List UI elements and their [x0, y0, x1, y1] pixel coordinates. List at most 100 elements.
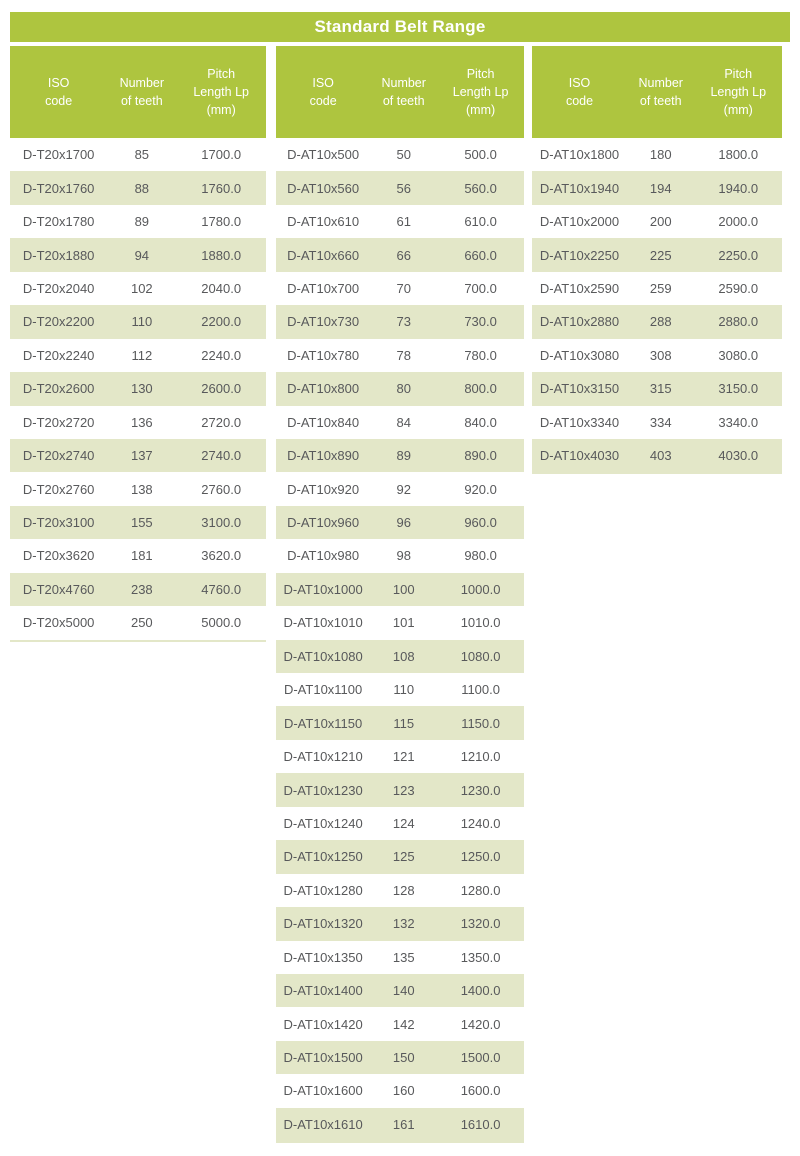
table-row[interactable]: D-AT10x3150 315 3150.0 — [532, 372, 782, 406]
table-row[interactable]: D-AT10x840 84 840.0 — [276, 405, 524, 439]
cell-number-of-teeth: 78 — [396, 347, 411, 363]
cell-iso-code: D-T20x1880 — [22, 247, 95, 263]
table-row[interactable]: D-AT10x1150 115 1150.0 — [276, 706, 524, 740]
column-header-pitch-line2: Length Lp — [710, 85, 767, 99]
column-header-pitch-line3: (mm) — [723, 103, 753, 117]
cell-pitch-length: 610.0 — [464, 214, 497, 230]
cell-pitch-length: 1320.0 — [460, 916, 501, 932]
cell-iso-code: D-AT10x2000 — [539, 214, 620, 230]
table-row[interactable]: D-AT10x1010 101 1010.0 — [276, 606, 524, 640]
cell-number-of-teeth: 194 — [649, 180, 672, 196]
table-row[interactable]: D-AT10x1240 124 1240.0 — [276, 806, 524, 841]
table-row[interactable]: D-AT10x1800 180 1800.0 — [532, 138, 782, 172]
table-row[interactable]: D-AT10x980 98 980.0 — [276, 539, 524, 573]
table-row[interactable]: D-AT10x2250 225 2250.0 — [532, 238, 782, 272]
column-header-number-of-teeth: Number of teeth — [370, 74, 437, 110]
table-row[interactable]: D-AT10x1610 161 1610.0 — [276, 1107, 524, 1142]
table-row[interactable]: D-AT10x2880 288 2880.0 — [532, 305, 782, 339]
table-row[interactable]: D-AT10x960 96 960.0 — [276, 505, 524, 540]
table-row[interactable]: D-AT10x1000 100 1000.0 — [276, 572, 524, 607]
cell-number-of-teeth: 73 — [396, 314, 411, 330]
cell-number-of-teeth: 334 — [649, 414, 672, 430]
table-row[interactable]: D-AT10x1230 123 1230.0 — [276, 773, 524, 807]
table-row[interactable]: D-T20x3100 155 3100.0 — [10, 505, 266, 540]
table-row[interactable]: D-AT10x1400 140 1400.0 — [276, 973, 524, 1008]
cell-iso-code: D-AT10x1610 — [283, 1116, 363, 1132]
table-row[interactable]: D-AT10x800 80 800.0 — [276, 372, 524, 406]
table-row[interactable]: D-T20x2200 110 2200.0 — [10, 305, 266, 339]
table-row[interactable]: D-T20x2040 102 2040.0 — [10, 271, 266, 306]
cell-iso-code: D-AT10x890 — [287, 448, 360, 464]
cell-pitch-length: 730.0 — [464, 314, 497, 330]
table-row[interactable]: D-AT10x730 73 730.0 — [276, 305, 524, 339]
column-header-pitch-line2: Length Lp — [193, 85, 249, 99]
table-row[interactable]: D-AT10x1940 194 1940.0 — [532, 171, 782, 205]
table-row[interactable]: D-T20x3620 181 3620.0 — [10, 539, 266, 573]
table-header-row: ISO code Number of teeth Pitch Length Lp (mm) — [10, 46, 266, 138]
cell-pitch-length: 1700.0 — [201, 147, 242, 163]
table-row[interactable]: D-AT10x1100 110 1100.0 — [276, 673, 524, 707]
cell-iso-code: D-AT10x980 — [287, 548, 360, 564]
cell-number-of-teeth: 137 — [130, 448, 153, 464]
cell-number-of-teeth: 200 — [649, 214, 672, 230]
cell-pitch-length: 780.0 — [464, 347, 497, 363]
cell-iso-code: D-AT10x920 — [287, 481, 360, 497]
table-row[interactable]: D-T20x1780 89 1780.0 — [10, 204, 266, 239]
table-row[interactable]: D-AT10x2590 259 2590.0 — [532, 271, 782, 306]
table-row[interactable]: D-AT10x700 70 700.0 — [276, 271, 524, 306]
table-row[interactable]: D-AT10x2000 200 2000.0 — [532, 204, 782, 239]
cell-number-of-teeth: 128 — [392, 882, 415, 898]
table-row[interactable]: D-T20x2740 137 2740.0 — [10, 438, 266, 473]
table-row[interactable]: D-AT10x1320 132 1320.0 — [276, 907, 524, 941]
cell-number-of-teeth: 288 — [649, 314, 672, 330]
table-row[interactable]: D-AT10x1280 128 1280.0 — [276, 873, 524, 908]
table-row[interactable]: D-AT10x780 78 780.0 — [276, 338, 524, 373]
table-row[interactable]: D-T20x5000 250 5000.0 — [10, 606, 266, 640]
table-row[interactable]: D-AT10x3080 308 3080.0 — [532, 338, 782, 373]
cell-number-of-teeth: 238 — [130, 581, 153, 597]
table-row[interactable]: D-T20x1700 85 1700.0 — [10, 138, 266, 172]
cell-pitch-length: 3080.0 — [718, 347, 759, 363]
cell-number-of-teeth: 125 — [392, 849, 415, 865]
table-row[interactable]: D-AT10x660 66 660.0 — [276, 238, 524, 272]
table-row[interactable]: D-T20x2600 130 2600.0 — [10, 372, 266, 406]
cell-pitch-length: 1350.0 — [460, 949, 501, 965]
table-row[interactable]: D-AT10x920 92 920.0 — [276, 472, 524, 506]
cell-pitch-length: 1400.0 — [460, 983, 501, 999]
cell-iso-code: D-AT10x1240 — [283, 815, 363, 831]
table-row[interactable]: D-AT10x1500 150 1500.0 — [276, 1040, 524, 1075]
page-title: Standard Belt Range — [10, 12, 790, 42]
cell-iso-code: D-AT10x1500 — [283, 1050, 363, 1066]
table-row[interactable]: D-AT10x1210 121 1210.0 — [276, 739, 524, 774]
cell-pitch-length: 1150.0 — [461, 715, 500, 731]
belt-range-page: Standard Belt Range ISO code Number of teet… — [0, 0, 800, 1156]
table-row[interactable]: D-AT10x1350 135 1350.0 — [276, 940, 524, 974]
column-header-number-of-teeth: Number of teeth — [107, 74, 176, 110]
table-row[interactable]: D-T20x4760 238 4760.0 — [10, 572, 266, 607]
cell-pitch-length: 700.0 — [464, 280, 497, 296]
column-header-teeth-line2: of teeth — [639, 94, 682, 108]
table-row[interactable]: D-AT10x3340 334 3340.0 — [532, 405, 782, 439]
cell-pitch-length: 2590.0 — [718, 280, 759, 296]
table-row[interactable]: D-AT10x1600 160 1600.0 — [276, 1074, 524, 1108]
table-row[interactable]: D-AT10x610 61 610.0 — [276, 204, 524, 239]
table-row[interactable]: D-AT10x4030 403 4030.0 — [532, 438, 782, 473]
table-row[interactable]: D-AT10x1420 142 1420.0 — [276, 1007, 524, 1041]
cell-pitch-length: 2720.0 — [201, 414, 242, 430]
table-row[interactable]: D-T20x1760 88 1760.0 — [10, 171, 266, 205]
column-header-number-of-teeth: Number of teeth — [627, 74, 695, 110]
cell-iso-code: D-AT10x1250 — [283, 849, 363, 865]
table-row[interactable]: D-AT10x890 89 890.0 — [276, 438, 524, 473]
table-row[interactable]: D-AT10x1080 108 1080.0 — [276, 639, 524, 673]
table-row[interactable]: D-T20x1880 94 1880.0 — [10, 238, 266, 272]
cell-pitch-length: 920.0 — [464, 481, 497, 497]
table-row[interactable]: D-AT10x1250 125 1250.0 — [276, 840, 524, 874]
cell-iso-code: D-AT10x1010 — [283, 615, 363, 631]
table-row[interactable]: D-T20x2720 136 2720.0 — [10, 405, 266, 439]
table-row[interactable]: D-AT10x560 56 560.0 — [276, 171, 524, 205]
table-row[interactable]: D-AT10x500 50 500.0 — [276, 138, 524, 172]
cell-pitch-length: 3620.0 — [201, 548, 242, 564]
table-row[interactable]: D-T20x2760 138 2760.0 — [10, 472, 266, 506]
table-row[interactable]: D-T20x2240 112 2240.0 — [10, 338, 266, 373]
cell-iso-code: D-AT10x4030 — [539, 448, 620, 464]
